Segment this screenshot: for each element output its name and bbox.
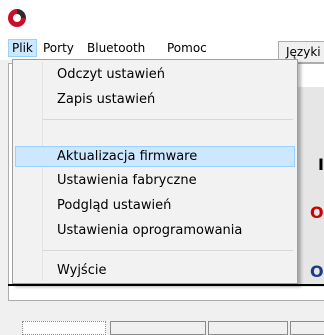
menu-item-podglad-ustawien[interactable]: Podgląd ustawień — [15, 195, 295, 216]
title-bar — [0, 0, 324, 36]
panel-bottom-border — [8, 284, 324, 286]
app-logo-icon — [8, 9, 26, 27]
menu-item-aktualizacja-firmware[interactable]: Aktualizacja firmware — [15, 146, 295, 167]
menu-item-wyjscie[interactable]: Wyjście — [15, 260, 295, 281]
menu-bluetooth[interactable]: Bluetooth — [84, 39, 148, 57]
bottom-tab-strip — [8, 303, 324, 335]
file-menu-dropdown: Odczyt ustawień Zapis ustawień Aktualiza… — [12, 59, 298, 284]
status-letter: I — [318, 155, 324, 174]
menu-separator — [43, 119, 293, 120]
menu-item-ustawienia-fabryczne[interactable]: Ustawienia fabryczne — [15, 170, 295, 191]
bottom-tab-2[interactable] — [110, 321, 206, 335]
status-value-red: O — [310, 203, 324, 222]
bottom-tab-3[interactable] — [208, 321, 288, 335]
status-value-blue: O — [310, 262, 324, 281]
menu-plik[interactable]: Plik — [8, 39, 37, 57]
menu-item-zapis-ustawien[interactable]: Zapis ustawień — [15, 89, 295, 110]
menu-separator — [43, 250, 293, 251]
menu-pomoc[interactable]: Pomoc — [164, 39, 210, 57]
menu-item-ustawienia-oprogramowania[interactable]: Ustawienia oprogramowania — [15, 220, 295, 241]
menu-item-odczyt-ustawien[interactable]: Odczyt ustawień — [15, 64, 295, 85]
menu-bar: Plik Porty Bluetooth Pomoc — [0, 36, 324, 60]
menu-porty[interactable]: Porty — [40, 39, 77, 57]
bottom-tab-4[interactable] — [290, 321, 324, 335]
bottom-tab-1[interactable] — [22, 321, 106, 335]
